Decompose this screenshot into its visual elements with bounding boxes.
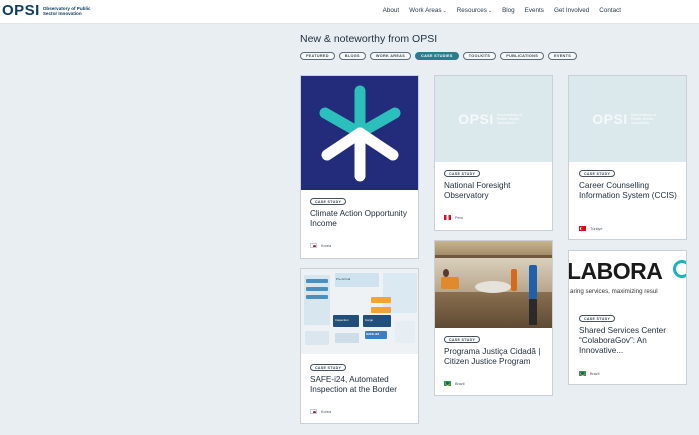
card-title[interactable]: SAFE-i24, Automated Inspection at the Bo…	[310, 375, 414, 395]
logo-word-text: OPSI	[2, 2, 40, 19]
country-name: Brazil	[590, 371, 600, 376]
nav-resources[interactable]: Resources ⌄	[457, 7, 492, 14]
filter-work-areas[interactable]: WORK AREAS	[369, 52, 412, 60]
case-card-climate-action[interactable]: CASE STUDY Climate Action Opportunity In…	[300, 75, 419, 259]
country-name: Türkiye	[590, 226, 603, 231]
diagram-block	[371, 297, 391, 303]
process-diagram-image: SAFE-i24 Pre-Arrival Inspection Cargo	[301, 269, 418, 354]
nav-label: Contact	[599, 7, 621, 14]
placeholder-word: OPSI	[458, 111, 494, 127]
case-study-badge: CASE STUDY	[444, 170, 481, 177]
card-image-opsi-placeholder: OPSI Observatory of Public Sector Innova…	[435, 76, 552, 162]
korea-flag-icon	[310, 409, 317, 414]
nav-label: Get Involved	[553, 7, 590, 14]
nav-label: Blog	[502, 7, 515, 14]
card-country: Korea	[310, 243, 331, 248]
banner-big-text: LABORA	[569, 258, 663, 284]
card-country: Türkiye	[579, 226, 602, 231]
card-country: Brazil	[579, 371, 600, 376]
filter-toolkits[interactable]: TOOLKITS	[462, 52, 497, 60]
nav-about[interactable]: About	[383, 7, 399, 14]
nav-blog[interactable]: Blog	[502, 7, 515, 14]
country-name: Korea	[321, 409, 332, 414]
filter-case-studies[interactable]: CASE STUDIES	[415, 52, 459, 60]
case-card-justica-cidada[interactable]: CASE STUDY Programa Justiça Cidadã | Cit…	[434, 240, 553, 396]
nav-label: Events	[524, 7, 544, 14]
diagram-label: SAFE-i24	[366, 332, 380, 336]
card-country: Brazil	[444, 381, 465, 386]
country-name: Korea	[321, 243, 332, 248]
card-image-star-logo	[301, 76, 418, 190]
chevron-down-icon: ⌄	[442, 7, 447, 14]
diagram-block	[306, 295, 328, 299]
card-image-diagram: SAFE-i24 Pre-Arrival Inspection Cargo	[301, 269, 418, 354]
card-title[interactable]: National Foresight Observatory	[444, 181, 544, 201]
community-photo-image	[435, 241, 552, 328]
peru-flag-icon	[444, 215, 451, 220]
turkey-flag-icon	[579, 226, 586, 231]
card-image-opsi-placeholder: OPSI Observatory of Public Sector Innova…	[569, 76, 686, 162]
country-name: Peru	[455, 215, 464, 220]
nav-label: About	[382, 7, 400, 14]
case-study-badge: CASE STUDY	[310, 198, 347, 205]
nav-work-areas[interactable]: Work Areas ⌄	[409, 7, 447, 14]
case-study-badge: CASE STUDY	[579, 315, 616, 322]
section-title: New & noteworthy from OPSI	[300, 33, 438, 45]
diagram-block	[305, 331, 329, 345]
korea-flag-icon	[310, 243, 317, 248]
brazil-flag-icon	[579, 371, 586, 376]
card-title[interactable]: Climate Action Opportunity Income	[310, 209, 410, 229]
placeholder-sub: Observatory of Public Sector Innovation	[496, 113, 523, 125]
diagram-block	[306, 287, 328, 291]
case-study-badge: CASE STUDY	[579, 170, 616, 177]
logo-wordmark: OPSI	[2, 2, 40, 20]
brazil-flag-icon	[444, 381, 451, 386]
placeholder-sub: Observatory of Public Sector Innovation	[630, 113, 657, 125]
card-image-photo	[435, 241, 552, 328]
card-title[interactable]: Programa Justiça Cidadã | Citizen Justic…	[444, 347, 552, 367]
diagram-block	[335, 333, 359, 343]
nav-get-involved[interactable]: Get Involved	[554, 7, 589, 14]
diagram-block	[395, 321, 415, 343]
placeholder-word: OPSI	[592, 111, 628, 127]
nav-label: Work Areas	[409, 7, 442, 14]
diagram-block	[306, 279, 328, 283]
diagram-label: Pre-Arrival	[336, 277, 351, 281]
filter-events[interactable]: EVENTS	[548, 52, 578, 60]
filter-chips: FEATURED BLOGS WORK AREAS CASE STUDIES T…	[300, 52, 581, 60]
case-study-badge: CASE STUDY	[444, 336, 481, 343]
card-image-colabora-banner: LABORA aring services, maximizing resul	[569, 251, 686, 303]
opsi-logo[interactable]: OPSI Observatory of Public Sector Innova…	[2, 2, 93, 20]
diagram-label: Inspection	[335, 318, 349, 322]
star-logo-icon	[319, 85, 401, 182]
colabora-banner-image: LABORA aring services, maximizing resul	[569, 251, 686, 303]
case-card-colaboragov[interactable]: LABORA aring services, maximizing resul …	[568, 250, 687, 385]
filter-publications[interactable]: PUBLICATIONS	[500, 52, 545, 60]
nav-label: Resources	[456, 7, 487, 14]
card-country: Korea	[310, 409, 331, 414]
case-card-national-foresight[interactable]: OPSI Observatory of Public Sector Innova…	[434, 75, 553, 231]
main-nav: About Work Areas ⌄ Resources ⌄ Blog Events…	[373, 7, 621, 14]
logo-subtitle: Observatory of Public Sector Innovation	[42, 6, 91, 16]
nav-events[interactable]: Events	[525, 7, 544, 14]
site-header: OPSI Observatory of Public Sector Innova…	[0, 0, 699, 24]
country-name: Brazil	[455, 381, 465, 386]
filter-blogs[interactable]: BLOGS	[338, 52, 366, 60]
card-title[interactable]: Shared Services Center “ColaboraGov”: An…	[579, 326, 683, 357]
nav-contact[interactable]: Contact	[599, 7, 621, 14]
filter-featured[interactable]: FEATURED	[300, 52, 335, 60]
case-card-ccis[interactable]: OPSI Observatory of Public Sector Innova…	[568, 75, 687, 240]
case-study-badge: CASE STUDY	[310, 364, 347, 371]
chevron-down-icon: ⌄	[487, 7, 493, 14]
banner-small-text: aring services, maximizing resul	[570, 288, 658, 295]
case-card-safe-i24[interactable]: SAFE-i24 Pre-Arrival Inspection Cargo CA…	[300, 268, 419, 424]
card-country: Peru	[444, 215, 463, 220]
diagram-block	[371, 307, 391, 313]
card-title[interactable]: Career Counselling Information System (C…	[579, 181, 677, 201]
diagram-label: Cargo	[365, 318, 374, 322]
